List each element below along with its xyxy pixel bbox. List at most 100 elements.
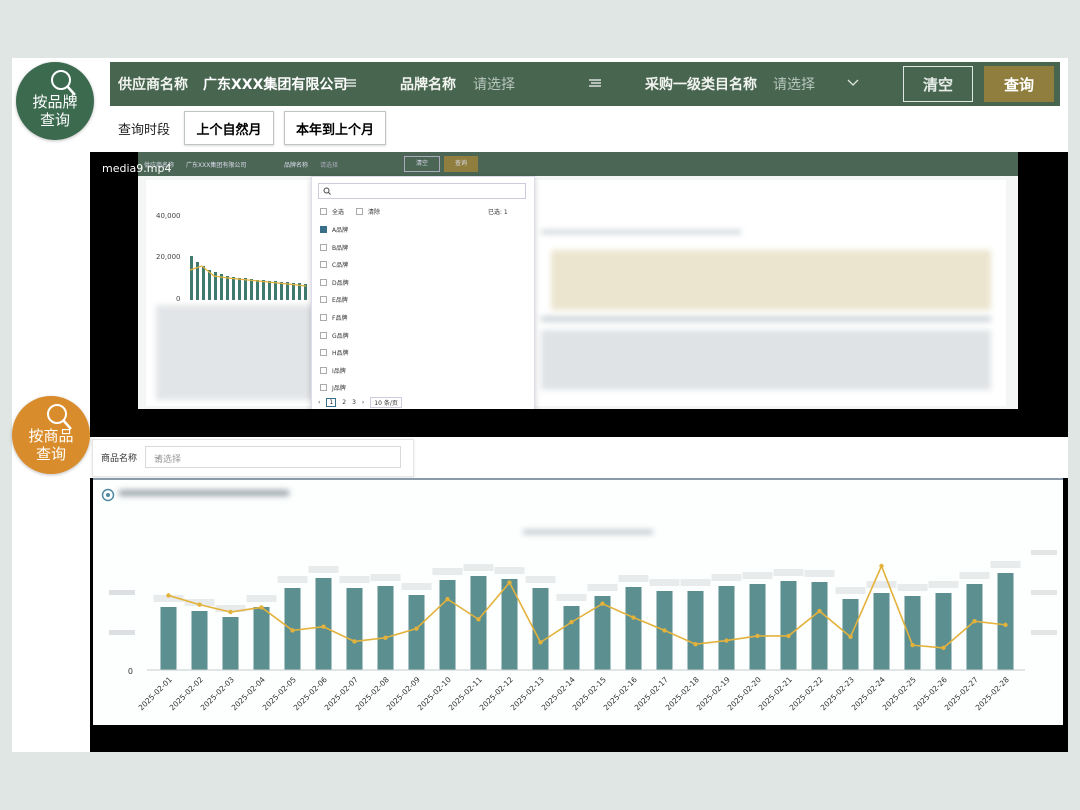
chart-line-point: [166, 593, 171, 598]
brand-option[interactable]: B品牌: [320, 243, 348, 252]
brand-option[interactable]: I品牌: [320, 366, 346, 375]
next-page-icon[interactable]: ›: [362, 399, 364, 406]
chart-line-point: [383, 635, 388, 640]
chart-line-point: [569, 619, 574, 625]
brand-option[interactable]: A品牌: [320, 225, 348, 234]
ytd-button[interactable]: 本年到上个月: [284, 111, 387, 145]
blurred-data-label: [587, 584, 618, 591]
last-month-button[interactable]: 上个自然月: [184, 111, 275, 145]
chart-line-point: [197, 602, 202, 607]
blurred-tick: [109, 590, 135, 595]
checkbox-box: [320, 243, 327, 251]
brand-select[interactable]: 请选择: [473, 74, 515, 94]
brand-option[interactable]: G品牌: [320, 331, 349, 340]
brand-option[interactable]: H品牌: [320, 348, 349, 357]
x-tick-label: 2025-02-28: [974, 675, 1011, 712]
chart-line-point: [724, 638, 729, 643]
brand-option[interactable]: J品牌: [320, 383, 346, 392]
blurred-data-label: [866, 581, 897, 588]
video-mini-bars: [189, 256, 307, 300]
blurred-data-label: [370, 574, 401, 581]
blurred-data-label: [928, 581, 959, 588]
page-3[interactable]: 3: [352, 399, 356, 406]
blurred-data-label: [835, 587, 866, 594]
chart-bar: [935, 593, 952, 670]
blurred-data-label: [246, 595, 277, 602]
chart-line-point: [259, 605, 264, 610]
blurred-tick: [1031, 590, 1057, 595]
chart-line-point: [352, 639, 357, 644]
badge-line2: 查询: [35, 445, 66, 463]
chart-line-point: [476, 617, 481, 622]
badge-line1: 按品牌: [32, 93, 78, 111]
chart-bar: [563, 606, 580, 670]
mini-filter-bar: 供应商名称 广东XXX集团有限公司 品牌名称 请选择 清空 查询: [138, 152, 1018, 176]
query-button[interactable]: 查询: [984, 66, 1054, 102]
chart-line-point: [972, 619, 977, 624]
video-filename: media9.mp4: [102, 162, 172, 175]
blurred-data-label: [680, 579, 711, 586]
chart-line-point: [507, 580, 512, 585]
brand-option[interactable]: F品牌: [320, 313, 347, 322]
brand-option-label: F品牌: [332, 315, 348, 322]
brand-option[interactable]: C品牌: [320, 260, 348, 269]
video-panel[interactable]: 供应商名称 广东XXX集团有限公司 品牌名称 请选择 清空 查询 40,000 …: [90, 152, 1068, 437]
product-select[interactable]: 请选择 ⌄: [145, 446, 401, 468]
brand-option-label: G品牌: [332, 332, 349, 340]
page-size-select[interactable]: 10 条/页: [370, 397, 402, 408]
chart-panel: 0 2025-02-01 2025-02-02 2025-02-03 2025-02-0…: [90, 478, 1068, 752]
blurred-data-label: [277, 576, 308, 583]
chart-bar: [532, 588, 549, 670]
chart-line-point: [910, 642, 915, 648]
brand-dropdown[interactable]: 全选 清除 已选: 1 A品牌 B品牌 C品牌 D品牌 E品牌 F品牌 G品牌 H品牌 I品牌 J…: [311, 176, 535, 409]
clear-checkbox[interactable]: 清除: [356, 207, 380, 216]
filter-bar: 供应商名称 广东XXX集团有限公司 品牌名称 请选择 采购一级类目名称 请选择 …: [110, 62, 1060, 106]
clear-button[interactable]: 清空: [903, 66, 973, 102]
checkbox-box: [320, 296, 327, 304]
supplier-select[interactable]: 广东XXX集团有限公司: [203, 74, 347, 94]
filter-icon[interactable]: [589, 78, 601, 88]
filter-icon[interactable]: [344, 78, 356, 88]
blurred-data-label: [525, 576, 556, 583]
blurred-data-label: [773, 569, 804, 576]
brand-option-label: H品牌: [332, 350, 349, 358]
blurred-data-label: [494, 567, 525, 574]
badge-line1: 按商品: [28, 427, 74, 445]
checkbox-box: [320, 261, 327, 269]
blurred-data-label: [339, 576, 370, 583]
prev-page-icon[interactable]: ‹: [318, 399, 320, 406]
clear-label: 清除: [368, 209, 381, 216]
chart-line-point: [755, 633, 760, 639]
chart-bar: [377, 586, 394, 670]
product-filter: 商品名称 请选择 ⌄: [92, 439, 414, 477]
dropdown-search-input[interactable]: [318, 183, 526, 199]
blurred-data-label: [897, 584, 928, 591]
checkbox-box: [320, 278, 327, 286]
chart-line-point: [1003, 622, 1008, 628]
brand-option[interactable]: E品牌: [320, 295, 348, 304]
chart-line-point: [538, 640, 543, 645]
period-row: 查询时段 上个自然月 本年到上个月: [118, 110, 396, 146]
blurred-data-label: [742, 572, 773, 579]
chart-bar: [811, 582, 828, 670]
select-all-checkbox[interactable]: 全选: [320, 207, 344, 216]
brand-option[interactable]: D品牌: [320, 278, 349, 287]
brand-option-label: D品牌: [332, 279, 349, 287]
page-1[interactable]: 1: [326, 398, 337, 407]
chart-line-point: [290, 628, 295, 633]
blurred-data-label: [463, 564, 494, 571]
checkbox-box: [320, 349, 327, 357]
brand-option-label: I品牌: [332, 367, 346, 375]
checkbox-box: [320, 384, 327, 392]
blurred-data-label: [308, 566, 339, 573]
checkbox-box: [320, 208, 327, 215]
brand-query-badge: 按品牌 查询: [16, 62, 94, 140]
blurred-data-label: [804, 570, 835, 577]
blurred-content: [156, 305, 316, 400]
category-select[interactable]: 请选择: [773, 74, 815, 94]
chevron-down-icon[interactable]: [847, 79, 859, 87]
select-all-label: 全选: [332, 209, 345, 216]
y-tick-label: 40,000: [156, 212, 181, 220]
chart-bar: [315, 578, 332, 670]
page-2[interactable]: 2: [342, 399, 346, 406]
